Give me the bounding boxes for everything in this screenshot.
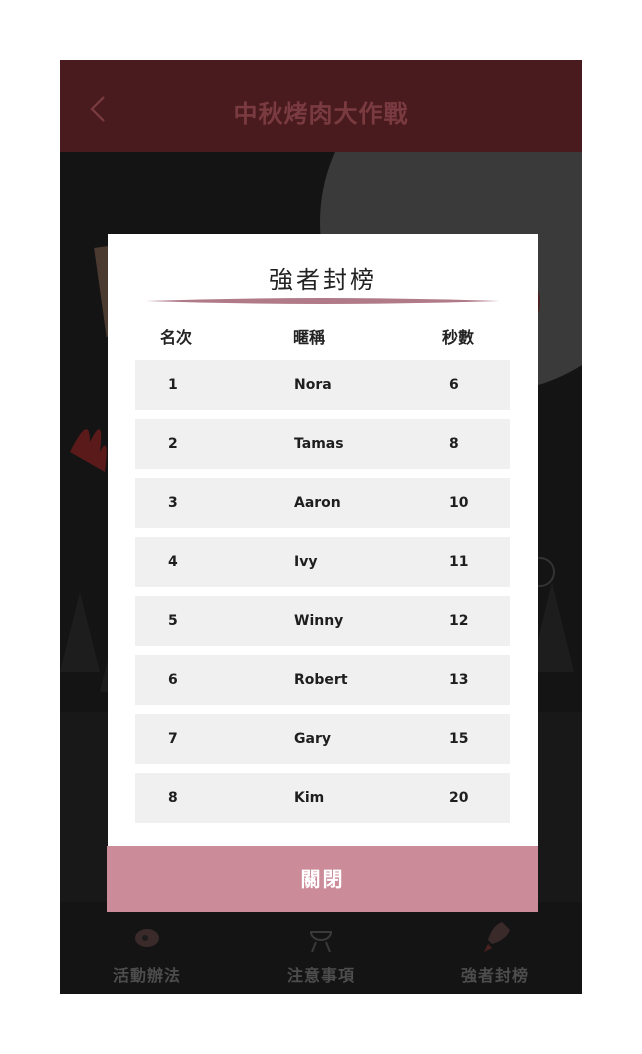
name-cell: Ivy — [294, 554, 318, 570]
rank-cell: 6 — [168, 672, 178, 688]
close-button[interactable]: 關閉 — [107, 846, 538, 912]
bottom-navigation: 活動辦法 注意事項 強者封榜 — [60, 900, 582, 994]
name-cell: Gary — [294, 731, 331, 747]
table-row: 6 Robert 13 — [135, 655, 510, 705]
seconds-cell: 8 — [449, 436, 459, 452]
column-header-seconds: 秒數 — [442, 328, 475, 347]
rank-cell: 7 — [168, 731, 178, 747]
dialog-title: 強者封榜 — [269, 266, 377, 294]
table-row: 1 Nora 6 — [135, 360, 510, 410]
app-header: 中秋烤肉大作戰 — [60, 60, 582, 152]
name-cell: Kim — [294, 790, 325, 806]
page-title: 中秋烤肉大作戰 — [233, 100, 409, 128]
seconds-cell: 10 — [449, 495, 469, 511]
seconds-cell: 20 — [449, 790, 469, 806]
nav-label: 活動辦法 — [112, 966, 181, 985]
table-row: 7 Gary 15 — [135, 714, 510, 764]
name-cell: Tamas — [294, 436, 344, 452]
table-row: 4 Ivy 11 — [135, 537, 510, 587]
name-cell: Nora — [294, 377, 332, 393]
rank-cell: 8 — [168, 790, 178, 806]
nav-label: 注意事項 — [286, 966, 355, 985]
meat-icon — [135, 929, 159, 947]
seconds-cell: 6 — [449, 377, 459, 393]
rank-cell: 5 — [168, 613, 178, 629]
leaderboard-table: 1 Nora 6 2 Tamas 8 3 Aaron 10 4 Ivy 11 5… — [135, 360, 510, 832]
seconds-cell: 12 — [449, 613, 469, 629]
grill-icon — [309, 931, 333, 953]
title-underline — [146, 298, 500, 304]
name-cell: Aaron — [294, 495, 341, 511]
leaderboard-dialog: 強者封榜 名次 暱稱 秒數 1 Nora 6 2 Tamas 8 3 Aaron… — [108, 234, 538, 912]
nav-label: 強者封榜 — [460, 966, 529, 985]
seconds-cell: 15 — [449, 731, 469, 747]
rank-cell: 1 — [168, 377, 178, 393]
column-header-rank: 名次 — [160, 328, 193, 347]
table-row: 5 Winny 12 — [135, 596, 510, 646]
rank-cell: 2 — [168, 436, 178, 452]
rocket-icon — [484, 922, 510, 952]
nav-item-rules[interactable]: 活動辦法 — [60, 900, 234, 994]
nav-item-notices[interactable]: 注意事項 — [234, 900, 408, 994]
table-row: 2 Tamas 8 — [135, 419, 510, 469]
nav-item-leaderboard[interactable]: 強者封榜 — [408, 900, 582, 994]
seconds-cell: 11 — [449, 554, 469, 570]
rank-cell: 3 — [168, 495, 178, 511]
column-header-name: 暱稱 — [293, 328, 326, 347]
name-cell: Robert — [294, 672, 348, 688]
name-cell: Winny — [294, 613, 344, 629]
table-row: 3 Aaron 10 — [135, 478, 510, 528]
table-row: 8 Kim 20 — [135, 773, 510, 823]
rank-cell: 4 — [168, 554, 178, 570]
seconds-cell: 13 — [449, 672, 469, 688]
